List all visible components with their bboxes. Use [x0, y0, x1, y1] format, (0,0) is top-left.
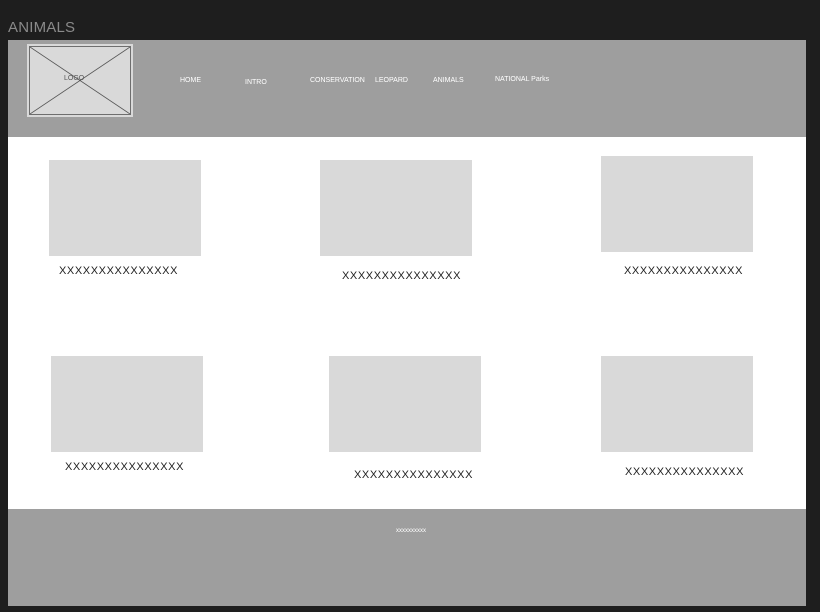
card-image-placeholder[interactable]: [329, 356, 481, 452]
nav-item-leopard[interactable]: LEOPARD: [375, 77, 408, 84]
card-caption: XXXXXXXXXXXXXXX: [625, 466, 745, 478]
card-caption: XXXXXXXXXXXXXXX: [354, 469, 474, 481]
card-image-placeholder[interactable]: [601, 356, 753, 452]
card-caption: XXXXXXXXXXXXXXX: [624, 265, 744, 277]
nav-item-conservation[interactable]: CONSERVATION: [310, 77, 365, 84]
canvas-frame-title: ANIMALS: [8, 19, 76, 36]
site-header: LOGO HOME INTRO CONSERVATION LEOPARD ANI…: [8, 40, 806, 137]
card-image-placeholder[interactable]: [601, 156, 753, 252]
nav-item-animals[interactable]: ANIMALS: [433, 77, 464, 84]
wireframe-page: LOGO HOME INTRO CONSERVATION LEOPARD ANI…: [8, 40, 806, 606]
card-caption: XXXXXXXXXXXXXXX: [65, 461, 185, 473]
nav-item-intro[interactable]: INTRO: [245, 79, 267, 86]
card-caption: XXXXXXXXXXXXXXX: [59, 265, 179, 277]
card-image-placeholder[interactable]: [49, 160, 201, 256]
nav-item-home[interactable]: HOME: [180, 77, 201, 84]
card-image-placeholder[interactable]: [320, 160, 472, 256]
logo-placeholder[interactable]: LOGO: [27, 44, 133, 117]
nav-item-national-parks[interactable]: NATIONAL Parks: [495, 76, 549, 83]
card-caption: XXXXXXXXXXXXXXX: [342, 270, 462, 282]
site-footer: xxxxxxxxxx: [8, 509, 806, 606]
logo-label: LOGO: [64, 75, 85, 82]
footer-text: xxxxxxxxxx: [396, 528, 426, 534]
card-image-placeholder[interactable]: [51, 356, 203, 452]
